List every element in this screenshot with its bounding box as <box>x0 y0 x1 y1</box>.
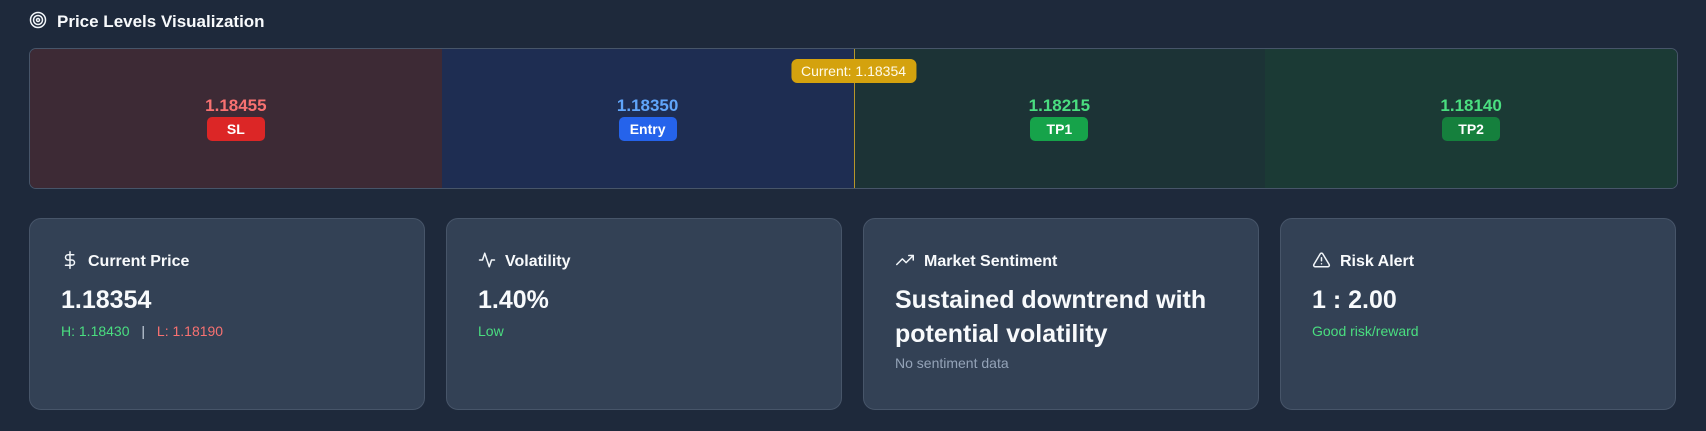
tp2-price: 1.18140 <box>1440 96 1502 115</box>
sentiment-value: Sustained downtrend with potential volat… <box>895 286 1207 348</box>
card-volatility: Volatility 1.40% Low <box>446 218 842 410</box>
target-icon <box>29 11 47 34</box>
section-title: Price Levels Visualization <box>57 12 265 31</box>
sentiment-note: No sentiment data <box>895 355 1009 371</box>
zone-tp2: 1.18140 TP2 <box>1265 49 1677 188</box>
section-header: Price Levels Visualization <box>29 11 265 33</box>
sentiment-label: Market Sentiment <box>924 253 1058 270</box>
dollar-icon <box>61 250 79 274</box>
current-price-label: Current Price <box>88 253 190 270</box>
card-risk-alert: Risk Alert 1 : 2.00 Good risk/reward <box>1280 218 1676 410</box>
stats-cards: Current Price 1.18354 H: 1.18430 | L: 1.… <box>29 218 1676 410</box>
current-price-value: 1.18354 <box>61 286 152 314</box>
volatility-label: Volatility <box>505 253 571 270</box>
alert-triangle-icon <box>1312 251 1331 274</box>
entry-badge: Entry <box>618 117 677 141</box>
trending-up-icon <box>895 251 915 274</box>
entry-price: 1.18350 <box>616 96 679 115</box>
high-low-separator: | <box>141 323 146 339</box>
sl-price: 1.18455 <box>205 96 267 115</box>
current-price-tag: Current: 1.18354 <box>790 59 917 83</box>
sl-badge: SL <box>206 117 265 141</box>
risk-value: 1 : 2.00 <box>1312 286 1397 314</box>
tp2-badge: TP2 <box>1442 117 1501 141</box>
zone-sl: 1.18455 SL <box>30 49 442 188</box>
volatility-value: 1.40% <box>478 286 549 314</box>
high-value: H: 1.18430 <box>61 323 130 339</box>
activity-icon <box>478 251 496 274</box>
volatility-level: Low <box>478 323 504 339</box>
risk-label: Risk Alert <box>1340 253 1415 270</box>
tp1-price: 1.18215 <box>1028 96 1091 115</box>
risk-note: Good risk/reward <box>1312 323 1419 339</box>
card-market-sentiment: Market Sentiment Sustained downtrend wit… <box>863 218 1259 410</box>
card-current-price: Current Price 1.18354 H: 1.18430 | L: 1.… <box>29 218 425 410</box>
tp1-badge: TP1 <box>1030 117 1089 141</box>
low-value: L: 1.18190 <box>156 323 224 339</box>
price-levels-bar: 1.18455 SL 1.18350 Entry 1.18215 TP1 1.1… <box>29 48 1678 189</box>
